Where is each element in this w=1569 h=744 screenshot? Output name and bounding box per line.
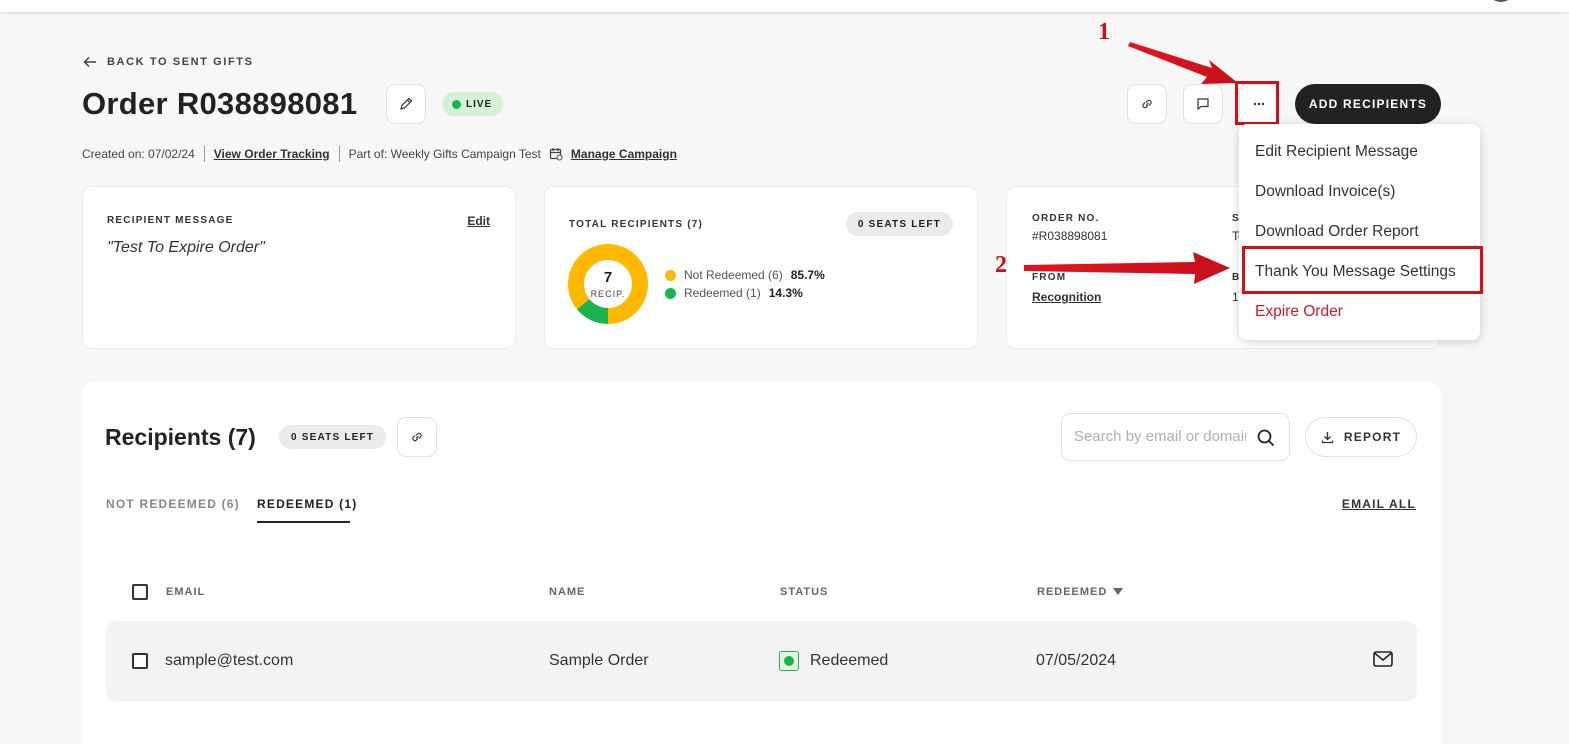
row-email: sample@test.com: [165, 652, 294, 669]
divider: [203, 146, 205, 162]
annotation-step-1: 1: [1098, 19, 1110, 45]
column-header-redeemed-label: REDEEMED: [1037, 586, 1108, 598]
donut-unit: RECIP.: [590, 289, 626, 299]
legend-pct: 14.3%: [768, 286, 803, 300]
column-header-name: NAME: [549, 586, 586, 598]
menu-item-edit-recipient-message[interactable]: Edit Recipient Message: [1255, 143, 1418, 161]
column-header-email: EMAIL: [166, 586, 206, 598]
menu-item-download-order-report[interactable]: Download Order Report: [1255, 223, 1419, 241]
redeemed-status-icon: [779, 651, 799, 671]
link-icon: [412, 432, 422, 442]
total-recipients-card: TOTAL RECIPIENTS (7) 0 SEATS LEFT 7 RECI…: [544, 186, 978, 349]
arrow-to-more-options-icon: [1128, 42, 1238, 84]
search-box: [1061, 413, 1290, 461]
donut-total: 7: [603, 269, 613, 286]
top-navbar: [0, 0, 1569, 12]
recipients-panel: Recipients (7) 0 SEATS LEFT REPORT NOT R…: [82, 381, 1441, 744]
envelope-icon[interactable]: [1373, 651, 1393, 667]
column-header-status: STATUS: [780, 586, 829, 598]
live-dot-icon: [452, 99, 461, 109]
legend-label: Redeemed (1): [684, 286, 761, 300]
created-date: Created on: 07/02/24: [82, 147, 195, 161]
row-name: Sample Order: [549, 652, 649, 669]
calendar-refresh-icon: [549, 148, 563, 161]
search-input[interactable]: [1074, 428, 1246, 445]
from-link[interactable]: Recognition: [1032, 290, 1101, 304]
seats-left-badge: 0 SEATS LEFT: [845, 212, 953, 236]
campaign-text: Part of: Weekly Gifts Campaign Test: [348, 147, 541, 161]
manage-campaign-link[interactable]: Manage Campaign: [571, 147, 677, 161]
copy-link-button[interactable]: [1127, 84, 1167, 124]
column-header-redeemed[interactable]: REDEEMED: [1037, 586, 1124, 598]
message-button[interactable]: [1183, 84, 1223, 124]
from-label: FROM: [1032, 272, 1067, 283]
recipient-message-label: RECIPIENT MESSAGE: [107, 215, 234, 226]
chat-bubble-icon: [1197, 98, 1209, 111]
add-recipients-button[interactable]: ADD RECIPIENTS: [1295, 84, 1441, 124]
row-checkbox[interactable]: [132, 653, 148, 669]
row-redeemed-date: 07/05/2024: [1036, 652, 1117, 669]
seats-left-badge: 0 SEATS LEFT: [279, 425, 387, 449]
report-button[interactable]: REPORT: [1305, 417, 1417, 457]
total-recipients-label: TOTAL RECIPIENTS (7): [569, 219, 704, 230]
status-badge: LIVE: [442, 92, 504, 116]
more-options-menu: Edit Recipient Message Download Invoice(…: [1239, 124, 1480, 340]
highlight-more-options: [1235, 81, 1279, 125]
report-label: REPORT: [1343, 430, 1402, 444]
download-icon: [1321, 431, 1334, 443]
legend-item-not-redeemed: Not Redeemed (6) 85.7%: [665, 268, 825, 282]
annotation-step-2: 2: [995, 252, 1007, 278]
recipient-message-text: "Test To Expire Order": [107, 239, 265, 256]
legend-item-redeemed: Redeemed (1) 14.3%: [665, 286, 803, 300]
menu-item-download-invoices[interactable]: Download Invoice(s): [1255, 183, 1395, 201]
legend-pct: 85.7%: [790, 268, 825, 282]
arrow-left-icon: [83, 56, 96, 68]
sort-down-icon: [1113, 588, 1124, 595]
active-tab-indicator: [257, 521, 350, 523]
divider: [338, 146, 340, 162]
row-status: Redeemed: [810, 652, 889, 669]
menu-item-expire-order[interactable]: Expire Order: [1255, 303, 1343, 321]
legend-dot-icon: [665, 287, 676, 299]
legend-dot-icon: [665, 269, 676, 281]
search-icon[interactable]: [1257, 429, 1275, 447]
view-order-tracking-link[interactable]: View Order Tracking: [214, 147, 330, 161]
recipients-title: Recipients (7): [105, 424, 256, 450]
link-icon: [1142, 99, 1152, 109]
back-label: BACK TO SENT GIFTS: [107, 56, 254, 68]
pencil-icon: [400, 97, 413, 110]
legend-label: Not Redeemed (6): [684, 268, 783, 282]
highlight-thank-you-settings: [1242, 246, 1483, 294]
copy-recipients-link-button[interactable]: [397, 417, 437, 457]
order-no-value: #R038898081: [1032, 229, 1108, 243]
back-to-sent-gifts-link[interactable]: BACK TO SENT GIFTS: [83, 55, 254, 69]
page-title: Order R038898081: [82, 86, 358, 121]
user-avatar-icon[interactable]: [1487, 0, 1515, 2]
tab-redeemed[interactable]: REDEEMED (1): [257, 497, 357, 511]
edit-message-link[interactable]: Edit: [467, 214, 490, 228]
email-all-link[interactable]: EMAIL ALL: [1342, 497, 1416, 511]
table-row: sample@test.com Sample Order Redeemed 07…: [106, 621, 1417, 701]
select-all-checkbox[interactable]: [132, 584, 148, 600]
status-badge-label: LIVE: [466, 98, 493, 110]
recipient-message-card: RECIPIENT MESSAGE Edit "Test To Expire O…: [82, 186, 516, 349]
edit-order-button[interactable]: [386, 84, 426, 124]
tab-not-redeemed[interactable]: NOT REDEEMED (6): [106, 497, 240, 511]
order-meta-line: Created on: 07/02/24 View Order Tracking…: [82, 145, 677, 163]
order-no-label: ORDER NO.: [1032, 213, 1100, 224]
